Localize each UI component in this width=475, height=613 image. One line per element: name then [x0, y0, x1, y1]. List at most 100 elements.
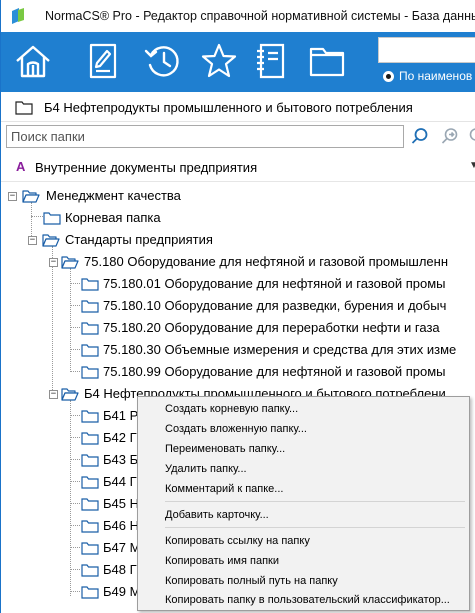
find-prev-button[interactable] [466, 127, 475, 147]
tree-node-75180[interactable]: − 75.180 Оборудование для нефтяной и газ… [49, 251, 475, 273]
tree-node-b4-child[interactable]: Б46 Н [81, 515, 141, 537]
folder-icon [81, 452, 99, 468]
collapse-icon[interactable]: − [28, 236, 37, 245]
tree-node-label: Менеджмент качества [46, 188, 181, 203]
folder-icon [81, 584, 99, 600]
tree-node-b4-child[interactable]: Б42 Г [81, 427, 141, 449]
notebook-icon [253, 41, 289, 84]
document-edit-icon [85, 41, 121, 84]
folder-icon [43, 210, 61, 226]
folder-icon [81, 474, 99, 490]
folder-icon [81, 518, 99, 534]
tree-node-enterprise-standards[interactable]: − Стандарты предприятия [28, 229, 328, 251]
tree-node-label: Б42 Г [103, 430, 137, 445]
tree-node-75180-10[interactable]: 75.180.10 Оборудование для разведки, бур… [81, 295, 475, 317]
tree-node-75180-30[interactable]: 75.180.30 Объемные измерения и средства … [81, 339, 475, 361]
tree-node-75180-01[interactable]: 75.180.01 Оборудование для нефтяной и га… [81, 273, 475, 295]
menu-item-copy-folder-name[interactable]: Копировать имя папки [165, 555, 279, 567]
menu-item-add-card[interactable]: Добавить карточку... [165, 509, 269, 521]
tree-node-b4-child[interactable]: Б43 Б [81, 449, 141, 471]
tree-node-75180-99[interactable]: 75.180.99 Оборудование для нефтяной и га… [81, 361, 475, 383]
folder-icon [307, 41, 347, 84]
tree-node-root-folder[interactable]: Корневая папка [43, 207, 343, 229]
tree-node-label: 75.180.20 Оборудование для переработки н… [103, 320, 440, 335]
breadcrumb: Б4 Нефтепродукты промышленного и бытовог… [1, 92, 475, 122]
menu-item-copy-folder-path[interactable]: Копировать полный путь на папку [165, 575, 338, 587]
menu-item-delete-folder[interactable]: Удалить папку... [165, 463, 247, 475]
tree-node-b4-child[interactable]: Б49 М [81, 581, 141, 603]
tree-node-label: Б44 Г [103, 474, 137, 489]
window-title: NormaCS® Pro - Редактор справочной норма… [45, 9, 475, 23]
breadcrumb-path: Б4 Нефтепродукты промышленного и бытовог… [44, 100, 413, 115]
tree-line [70, 437, 80, 438]
menu-item-rename-folder[interactable]: Переименовать папку... [165, 443, 285, 455]
open-folder-icon [42, 232, 60, 248]
tree-node-b4-child[interactable]: Б44 Г [81, 471, 141, 493]
tree-line [70, 349, 80, 350]
title-bar: NormaCS® Pro - Редактор справочной норма… [1, 0, 475, 32]
tree-line [70, 481, 80, 482]
menu-item-copy-folder-link[interactable]: Копировать ссылку на папку [165, 535, 310, 547]
app-window: NormaCS® Pro - Редактор справочной норма… [0, 0, 475, 613]
tree-line [70, 569, 80, 570]
tree-node-b4-child[interactable]: Б47 М [81, 537, 141, 559]
tree-node-quality-management[interactable]: − Менеджмент качества [8, 185, 308, 207]
global-search-input[interactable] [378, 37, 475, 63]
folder-icon [81, 496, 99, 512]
home-icon [13, 41, 53, 84]
tree-node-label: Б49 М [103, 584, 141, 599]
tree-node-label: Б45 Н [103, 496, 139, 511]
history-button[interactable] [141, 40, 185, 84]
favorites-button[interactable] [197, 40, 241, 84]
folder-icon [81, 408, 99, 424]
search-prev-icon [466, 127, 475, 147]
collapse-icon[interactable]: − [49, 390, 58, 399]
tree-node-label: Корневая папка [65, 210, 161, 225]
folder-context-menu: Создать корневую папку... Создать вложен… [137, 396, 470, 611]
tree-line [70, 547, 80, 548]
tree-node-label: Б48 Г [103, 562, 137, 577]
menu-item-copy-to-user-classifier[interactable]: Копировать папку в пользовательский клас… [165, 594, 450, 606]
folders-button[interactable] [305, 40, 349, 84]
menu-item-create-nested-folder[interactable]: Создать вложенную папку... [165, 423, 307, 435]
folder-search-input[interactable] [6, 125, 404, 148]
tree-node-label: Б43 Б [103, 452, 139, 467]
internal-docs-marker: A [16, 159, 26, 174]
menu-item-create-root-folder[interactable]: Создать корневую папку... [165, 403, 298, 415]
tree-node-label: 75.180.10 Оборудование для разведки, бур… [103, 298, 447, 313]
find-next-button[interactable] [440, 127, 460, 147]
search-mode-label: По наименов [399, 69, 473, 83]
tree-node-75180-20[interactable]: 75.180.20 Оборудование для переработки н… [81, 317, 475, 339]
collapse-icon[interactable]: − [8, 192, 17, 201]
app-logo-icon [10, 7, 26, 25]
search-by-name-radio[interactable]: По наименов [383, 69, 472, 83]
tree-node-b4-child[interactable]: Б41 Р [81, 405, 141, 427]
tree-node-b4-child[interactable]: Б45 Н [81, 493, 141, 515]
edit-document-button[interactable] [81, 40, 125, 84]
folder-icon [81, 298, 99, 314]
tree-node-b4-child[interactable]: Б48 Г [81, 559, 141, 581]
tree-line [31, 216, 43, 217]
folder-icon [81, 430, 99, 446]
menu-item-folder-comment[interactable]: Комментарий к папке... [165, 483, 283, 495]
home-button[interactable] [11, 40, 55, 84]
tree-node-label: Б46 Н [103, 518, 139, 533]
notebook-button[interactable] [249, 40, 293, 84]
folder-search-bar [1, 122, 475, 152]
open-folder-icon [61, 254, 79, 270]
tree-line [70, 415, 80, 416]
tree-node-label: 75.180.99 Оборудование для нефтяной и га… [103, 364, 446, 379]
internal-documents-selector[interactable]: A Внутренние документы предприятия ▼ [1, 152, 475, 182]
internal-docs-label: Внутренние документы предприятия [35, 160, 258, 175]
collapse-icon[interactable]: − [49, 258, 58, 267]
folder-icon [81, 562, 99, 578]
open-folder-icon [61, 386, 79, 402]
star-icon [199, 41, 239, 84]
tree-line [70, 400, 71, 596]
tree-line [70, 459, 80, 460]
open-folder-icon [22, 188, 40, 204]
tree-line [70, 327, 80, 328]
search-button[interactable] [410, 127, 430, 147]
tree-node-label: 75.180.30 Объемные измерения и средства … [103, 342, 457, 357]
chevron-down-icon: ▼ [469, 160, 475, 171]
